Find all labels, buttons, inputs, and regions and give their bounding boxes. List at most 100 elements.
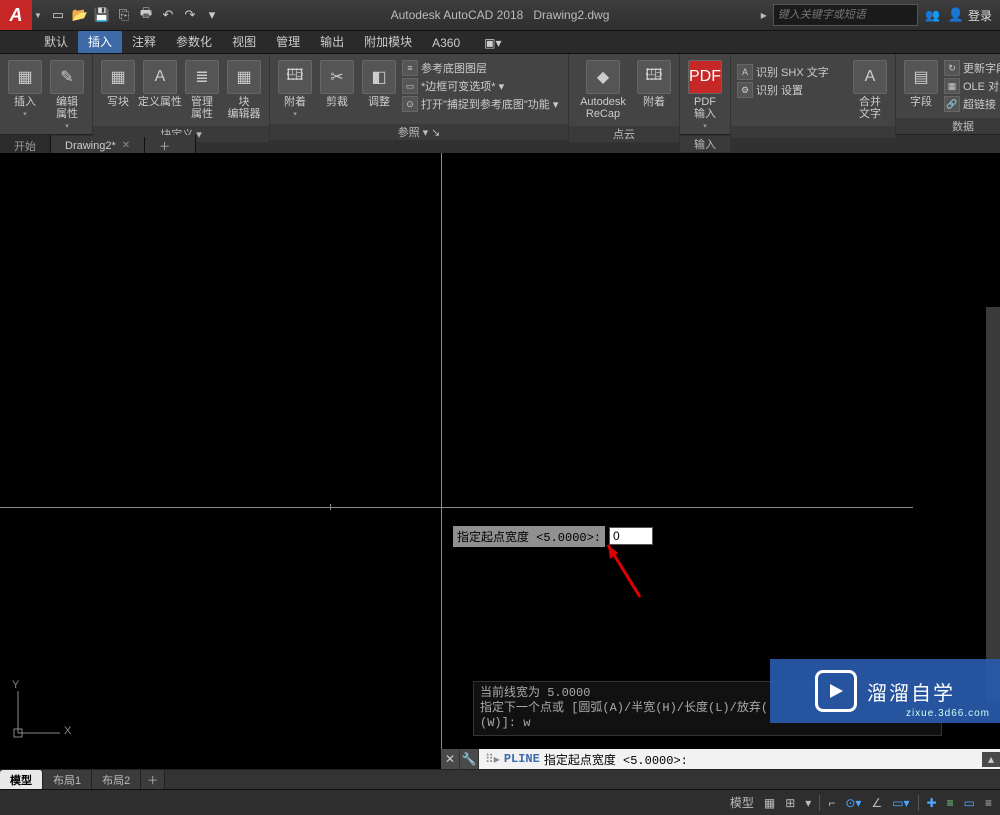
update-field-button[interactable]: ↻更新字段 [944,60,1000,76]
recognize-shx-label: 识别 SHX 文字 [756,64,829,80]
watermark-url: zixue.3d66.com [906,708,990,719]
ole-icon: ▦ [944,78,960,94]
qat-dropdown-icon[interactable]: ▾ [204,7,220,23]
recent-commands-icon[interactable]: ⠿▸ [485,752,500,767]
tab-insert[interactable]: 插入 [78,30,122,53]
snap-icon: ⊙ [402,96,418,112]
selection-cycling-icon[interactable]: ▭ [962,796,977,810]
isodraft-icon[interactable]: ∠ [869,796,884,810]
command-prompt[interactable]: ⠿▸ PLINE 指定起点宽度 <5.0000>: [479,751,982,768]
adjust-button[interactable]: ◧调整 [358,58,400,110]
panel-block: ▦插入▾ ✎编辑 属性▾ 块 ▾ [0,54,93,134]
lineweight-icon[interactable]: ≡ [945,796,956,810]
command-name: PLINE [504,752,540,766]
grid-icon[interactable]: ▦ [762,796,777,810]
app-name: Autodesk AutoCAD 2018 [391,8,524,22]
layout-tab-layout1[interactable]: 布局1 [43,770,92,790]
underlay-layers-button[interactable]: ≡参考底图图层 [402,60,562,76]
hyperlink-icon: 🔗 [944,96,960,112]
block-editor-button[interactable]: ▦块 编辑器 [223,58,265,122]
panel-data: ▤字段 ↻更新字段 ▦OLE 对象 🔗超链接 数据 [896,54,1000,134]
clip-icon: ✂ [320,60,354,94]
layout-tab-model[interactable]: 模型 [0,770,43,790]
open-icon[interactable]: 📂 [72,7,88,23]
edit-attr-icon: ✎ [50,60,84,94]
undo-icon[interactable]: ↶ [160,7,176,23]
pc-attach-button[interactable]: 🖽附着 [633,58,675,110]
login-label: 登录 [968,7,992,24]
insert-block-button[interactable]: ▦插入▾ [4,58,46,120]
attach-button[interactable]: 🖽附着▾ [274,58,316,120]
define-attr-button[interactable]: A定义属性 [139,58,181,110]
command-line[interactable]: ✕ 🔧 ⠿▸ PLINE 指定起点宽度 <5.0000>: ▴ [441,749,1000,769]
manage-attr-button[interactable]: ≣管理 属性 [181,58,223,122]
tab-manage[interactable]: 管理 [266,30,310,53]
user-icon: 👤 [948,7,964,23]
edit-attributes-button[interactable]: ✎编辑 属性▾ [46,58,88,132]
layout-tab-layout2[interactable]: 布局2 [92,770,141,790]
layout-add-button[interactable]: ＋ [141,770,165,790]
tab-a360[interactable]: A360 [422,33,470,53]
pdf-import-label: PDF 输入 [694,96,716,120]
layout-tabs: 模型 布局1 布局2 ＋ [0,770,1000,790]
file-tab-start-label: 开始 [14,138,36,154]
panel-launcher-icon[interactable]: ↘ [431,126,440,139]
snap-mode-icon[interactable]: ⊞ [783,796,797,810]
osnap-icon[interactable]: ▭▾ [890,796,911,810]
tab-parametric[interactable]: 参数化 [166,30,222,53]
panel-blockdef: ▦写块 A定义属性 ≣管理 属性 ▦块 编辑器 块定义 ▾ [93,54,270,134]
redo-icon[interactable]: ↷ [182,7,198,23]
tab-addins[interactable]: 附加模块 [354,30,422,53]
app-logo[interactable]: A [0,0,32,30]
command-options-icon[interactable]: 🔧 [460,749,479,769]
clip-button[interactable]: ✂剪裁 [316,58,358,110]
command-expand-icon[interactable]: ▴ [982,752,1000,767]
merge-text-button[interactable]: A合并 文字 [849,58,891,122]
file-tab-drawing2[interactable]: Drawing2*✕ [51,137,145,155]
ortho-icon[interactable]: ⌐ [826,796,837,810]
tab-view[interactable]: 视图 [222,30,266,53]
panel-ref-title[interactable]: 参照 ▾↘ [270,124,568,140]
snap-underlay-label: 打开"捕捉到参考底图"功能 ▾ [421,96,558,112]
hyperlink-button[interactable]: 🔗超链接 [944,96,1000,112]
ole-object-button[interactable]: ▦OLE 对象 [944,78,1000,94]
login-button[interactable]: 👤 登录 [948,7,992,24]
crosshair-tick [330,504,331,510]
new-icon[interactable]: ▭ [50,7,66,23]
define-attr-icon: A [143,60,177,94]
save-icon[interactable]: 💾 [94,7,110,23]
help-search-caret[interactable]: ▸ [761,8,767,22]
recognize-settings-button[interactable]: ⚙识别 设置 [737,82,847,98]
snap-underlay-button[interactable]: ⊙打开"捕捉到参考底图"功能 ▾ [402,96,562,112]
attach-icon: 🖽 [278,60,312,94]
search-icon[interactable]: 👥 [924,6,942,24]
dropdown-icon[interactable]: ▾ [803,796,813,810]
polar-icon[interactable]: ⊙▾ [843,796,863,810]
saveas-icon[interactable]: ⎘ [116,7,132,23]
tab-default[interactable]: 默认 [34,30,78,53]
recap-button[interactable]: ◆Autodesk ReCap [573,58,633,122]
customize-icon[interactable]: ≡ [983,796,994,810]
help-search-input[interactable] [773,4,918,26]
panel-text: A识别 SHX 文字 ⚙识别 设置 A合并 文字 [731,54,896,134]
edit-attr-label: 编辑 属性 [56,96,78,120]
drawing-canvas[interactable]: 指定起点宽度 <5.0000>: Y X 当前线宽为 5.0000 指定下一个点… [0,153,1000,769]
field-button[interactable]: ▤字段 [900,58,942,110]
tab-annotate[interactable]: 注释 [122,30,166,53]
dyn-input-icon[interactable]: ✚ [925,796,939,810]
tab-output[interactable]: 输出 [310,30,354,53]
frame-options-button[interactable]: ▭*边框可变选项* ▾ [402,78,562,94]
title-bar: A ▼ ▭ 📂 💾 ⎘ 🖶 ↶ ↷ ▾ Autodesk AutoCAD 201… [0,0,1000,31]
tab-overflow-icon[interactable]: ▣▾ [474,33,511,53]
pc-attach-icon: 🖽 [637,60,671,94]
close-icon[interactable]: ✕ [122,140,130,151]
settings-icon: ⚙ [737,82,753,98]
vertical-scrollbar[interactable] [986,307,1000,701]
app-menu-dropdown-icon[interactable]: ▼ [32,0,44,30]
pdf-import-button[interactable]: PDFPDF 输入▾ [684,58,726,132]
recognize-shx-button[interactable]: A识别 SHX 文字 [737,64,847,80]
plot-icon[interactable]: 🖶 [138,7,154,23]
write-block-button[interactable]: ▦写块 [97,58,139,110]
status-model[interactable]: 模型 [728,794,756,811]
command-close-icon[interactable]: ✕ [441,749,460,769]
